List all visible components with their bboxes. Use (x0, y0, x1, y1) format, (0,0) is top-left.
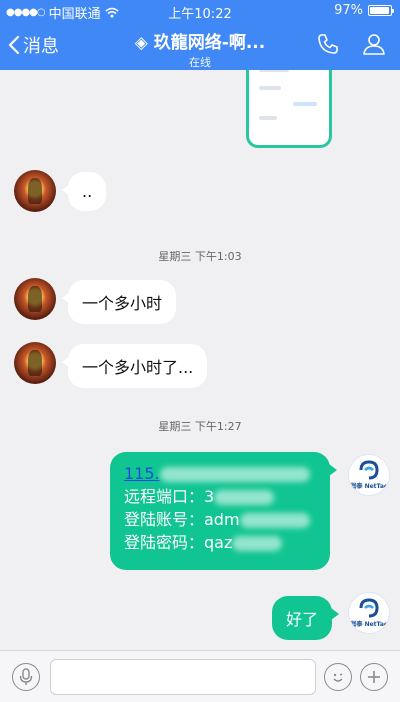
header: ●●●●○ 中国联通 上午10:22 97% 消息 ◈ 玖龍网络-啊... 在线 (0, 0, 400, 70)
port-text: 远程端口：3 (124, 487, 215, 506)
my-avatar[interactable]: 润泰 NetTac (348, 592, 390, 634)
chat-area[interactable]: .. 星期三 下午1:03 一个多小时 一个多小时了... 星期三 下午1:27… (0, 70, 400, 650)
voice-button[interactable] (12, 663, 40, 691)
chat-title-area[interactable]: ◈ 玖龍网络-啊... 在线 (90, 28, 310, 70)
plus-button[interactable] (360, 663, 388, 691)
image-message-thumbnail[interactable] (246, 70, 332, 148)
back-button[interactable]: 消息 (8, 32, 59, 58)
message-timestamp: 星期三 下午1:27 (158, 420, 242, 433)
battery-level (370, 7, 390, 14)
emoji-button[interactable] (324, 663, 352, 691)
back-label: 消息 (23, 36, 59, 57)
redacted-blur (232, 536, 283, 551)
contact-avatar[interactable] (14, 170, 56, 212)
status-bar: ●●●●○ 中国联通 上午10:22 97% (0, 0, 400, 22)
password-text: 登陆密码：qaz (124, 533, 233, 552)
message-bubble-received[interactable]: 一个多小时了... (61, 344, 208, 388)
online-status: 在线 (189, 56, 211, 69)
nettac-logo-icon (359, 460, 379, 480)
message-bubble-sent[interactable]: 好了 (272, 596, 340, 640)
back-chevron-icon (8, 35, 20, 55)
plus-icon (368, 671, 380, 683)
ip-link[interactable]: 115. (124, 464, 160, 483)
redacted-blur (239, 513, 310, 528)
message-line-port: 远程端口：3 (124, 485, 316, 508)
message-line-ip: 115. (124, 462, 316, 485)
emoji-icon (333, 673, 343, 682)
avatar-logo-text: 润泰 NetTac (350, 483, 388, 490)
chat-title: ◈ 玖龍网络-啊... (134, 33, 266, 53)
battery-icon (368, 5, 394, 16)
battery-percent: 97% (334, 3, 363, 18)
message-bubble-sent[interactable]: 115. 远程端口：3 登陆账号：adm 登陆密码：qaz (110, 452, 337, 570)
redacted-blur (214, 490, 275, 505)
avatar-logo-text: 润泰 NetTac (350, 621, 388, 628)
message-line-account: 登陆账号：adm (124, 508, 316, 531)
message-input[interactable] (50, 659, 316, 695)
my-avatar[interactable]: 润泰 NetTac (348, 454, 390, 496)
message-bubble-received[interactable]: .. (61, 172, 107, 211)
redacted-blur (159, 467, 310, 482)
nettac-logo-icon (359, 598, 379, 618)
input-bar (0, 650, 400, 702)
nav-bar: 消息 ◈ 玖龍网络-啊... 在线 (0, 22, 400, 70)
phone-icon[interactable] (316, 32, 340, 56)
message-timestamp: 星期三 下午1:03 (158, 250, 242, 263)
battery: 97% (334, 3, 394, 18)
contact-icon[interactable] (362, 32, 386, 56)
contact-avatar[interactable] (14, 342, 56, 384)
message-line-password: 登陆密码：qaz (124, 531, 316, 554)
contact-avatar[interactable] (14, 278, 56, 320)
message-bubble-received[interactable]: 一个多小时 (61, 280, 177, 324)
microphone-icon (19, 668, 33, 685)
account-text: 登陆账号：adm (124, 510, 240, 529)
